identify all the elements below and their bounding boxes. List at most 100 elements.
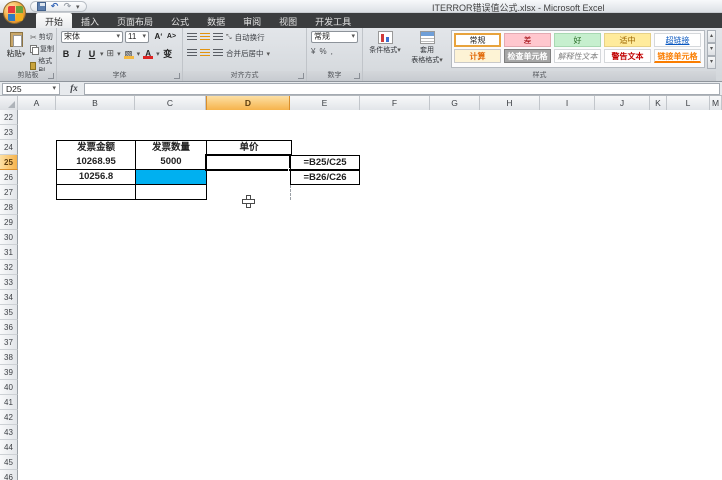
percent-format-button[interactable]: %	[319, 47, 326, 56]
row-header-26[interactable]: 26	[0, 170, 18, 185]
cell-D25-selected[interactable]	[205, 154, 292, 172]
grow-font-button[interactable]: Aʻ	[152, 31, 165, 43]
paste-button[interactable]: 粘贴▾	[4, 31, 28, 70]
format-as-table-button[interactable]: 套用 表格格式▾	[407, 30, 447, 70]
font-name-select[interactable]: 宋体 ▾	[61, 31, 123, 43]
row-header-27[interactable]: 27	[0, 185, 18, 200]
formula-input[interactable]	[84, 83, 720, 95]
shrink-font-button[interactable]: A˃	[165, 31, 178, 43]
formula-label-E25[interactable]: =B25/C25	[290, 155, 360, 170]
paste-dropdown-icon[interactable]: ▾	[22, 51, 26, 58]
select-all-corner[interactable]	[0, 96, 18, 110]
cell-style-好[interactable]: 好	[554, 33, 601, 47]
cut-button[interactable]: ✂ 剪切	[30, 32, 56, 42]
insert-function-button[interactable]: fx	[66, 83, 82, 95]
row-header-25[interactable]: 25	[0, 155, 18, 170]
office-button[interactable]	[3, 1, 26, 24]
row-header-35[interactable]: 35	[0, 305, 18, 320]
align-top-icon[interactable]	[187, 33, 197, 42]
row-header-28[interactable]: 28	[0, 200, 18, 215]
row-header-22[interactable]: 22	[0, 110, 18, 125]
column-header-J[interactable]: J	[595, 96, 650, 110]
align-center-icon[interactable]	[200, 49, 210, 58]
gallery-more-icon[interactable]: ▾	[707, 56, 716, 69]
fill-color-dropdown-icon[interactable]: ▾	[137, 50, 141, 58]
row-header-36[interactable]: 36	[0, 320, 18, 335]
ribbon-tab-数据[interactable]: 数据	[198, 13, 234, 28]
borders-button[interactable]: ⊞	[107, 48, 115, 59]
cell-C27[interactable]	[136, 185, 207, 200]
currency-format-button[interactable]: ¥	[311, 47, 315, 56]
redo-icon[interactable]: ↷	[63, 2, 72, 11]
ribbon-tab-开发工具[interactable]: 开发工具	[306, 13, 360, 28]
column-header-L[interactable]: L	[667, 96, 710, 110]
fill-color-button[interactable]: ▧	[123, 49, 134, 59]
ribbon-tab-插入[interactable]: 插入	[72, 13, 108, 28]
column-header-I[interactable]: I	[540, 96, 595, 110]
clipboard-dialog-launcher[interactable]	[48, 73, 54, 79]
formula-label-E26[interactable]: =B26/C26	[290, 170, 360, 185]
column-header-C[interactable]: C	[135, 96, 206, 110]
merge-center-button[interactable]: 合并后居中	[226, 48, 264, 59]
row-header-38[interactable]: 38	[0, 350, 18, 365]
cell-C26[interactable]	[136, 170, 207, 185]
wrap-text-button[interactable]: 自动换行	[235, 32, 265, 43]
row-header-31[interactable]: 31	[0, 245, 18, 260]
number-format-dropdown-icon[interactable]: ▾	[351, 32, 355, 42]
row-header-30[interactable]: 30	[0, 230, 18, 245]
cell-B25[interactable]: 10268.95	[57, 155, 136, 170]
number-dialog-launcher[interactable]	[354, 73, 360, 79]
cell-style-差[interactable]: 差	[504, 33, 551, 47]
ribbon-tab-视图[interactable]: 视图	[270, 13, 306, 28]
font-dialog-launcher[interactable]	[174, 73, 180, 79]
name-box[interactable]: D25 ▾	[2, 83, 60, 95]
align-middle-icon[interactable]	[200, 33, 210, 42]
column-header-K[interactable]: K	[650, 96, 667, 110]
column-header-D[interactable]: D	[206, 96, 290, 110]
font-size-select[interactable]: 11 ▾	[125, 31, 149, 43]
row-header-44[interactable]: 44	[0, 440, 18, 455]
row-header-41[interactable]: 41	[0, 395, 18, 410]
row-header-32[interactable]: 32	[0, 260, 18, 275]
underline-button[interactable]: U	[87, 49, 97, 59]
cell-C25[interactable]: 5000	[136, 155, 207, 170]
conditional-formatting-button[interactable]: 条件格式▾	[365, 30, 405, 70]
row-header-42[interactable]: 42	[0, 410, 18, 425]
bold-button[interactable]: B	[61, 49, 71, 59]
cell-style-链接单元格[interactable]: 链接单元格	[654, 49, 701, 63]
cell-B26[interactable]: 10256.8	[57, 170, 136, 185]
cell-C24[interactable]: 发票数量	[136, 141, 207, 155]
cell-D24[interactable]: 单价	[207, 141, 291, 155]
row-header-43[interactable]: 43	[0, 425, 18, 440]
gallery-scroll-up-icon[interactable]: ▴	[707, 30, 716, 43]
qat-customize-icon[interactable]: ▾	[76, 3, 80, 11]
row-header-33[interactable]: 33	[0, 275, 18, 290]
column-header-M[interactable]: M	[710, 96, 722, 110]
row-header-37[interactable]: 37	[0, 335, 18, 350]
underline-dropdown-icon[interactable]: ▾	[100, 50, 104, 58]
row-header-39[interactable]: 39	[0, 365, 18, 380]
align-left-icon[interactable]	[187, 49, 197, 58]
gallery-scroll-down-icon[interactable]: ▾	[707, 43, 716, 56]
row-header-23[interactable]: 23	[0, 125, 18, 140]
cell-style-超链接[interactable]: 超链接	[654, 33, 701, 47]
italic-button[interactable]: I	[74, 49, 84, 59]
column-header-B[interactable]: B	[56, 96, 135, 110]
phonetic-button[interactable]: 变	[163, 47, 173, 60]
cell-B24[interactable]: 发票金额	[57, 141, 136, 155]
copy-button[interactable]: 复制	[30, 44, 56, 55]
row-header-40[interactable]: 40	[0, 380, 18, 395]
column-header-A[interactable]: A	[18, 96, 56, 110]
align-bottom-icon[interactable]	[213, 33, 223, 42]
alignment-dialog-launcher[interactable]	[298, 73, 304, 79]
row-header-29[interactable]: 29	[0, 215, 18, 230]
cell-style-适中[interactable]: 适中	[604, 33, 651, 47]
column-header-G[interactable]: G	[430, 96, 480, 110]
merge-center-dropdown-icon[interactable]: ▾	[267, 50, 271, 58]
align-right-icon[interactable]	[213, 49, 223, 58]
ribbon-tab-开始[interactable]: 开始	[36, 13, 73, 28]
undo-icon[interactable]: ↶	[50, 2, 59, 11]
name-box-dropdown-icon[interactable]: ▾	[52, 84, 56, 94]
ribbon-tab-公式[interactable]: 公式	[162, 13, 198, 28]
font-size-dropdown-icon[interactable]: ▾	[142, 32, 146, 42]
